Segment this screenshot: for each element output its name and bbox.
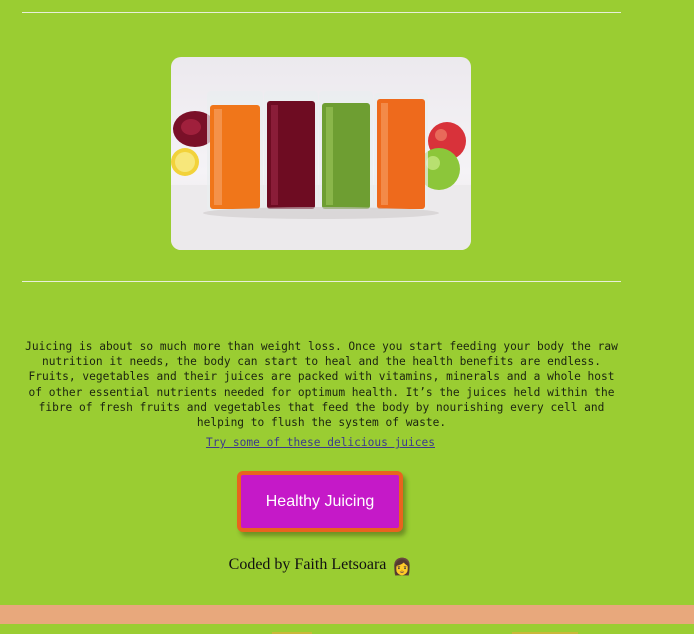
juices-link[interactable]: Try some of these delicious juices: [206, 436, 435, 449]
juice-glasses-image: [171, 57, 471, 250]
top-divider: [22, 12, 621, 13]
footer-credit: Coded by Faith Letsoara 👩: [0, 555, 641, 578]
page: Juicing is about so much more than weigh…: [0, 0, 694, 634]
juice-illustration: [171, 91, 471, 250]
footer-strip: [0, 624, 694, 634]
footer-band: [0, 605, 694, 624]
woman-emoji-icon: 👩: [392, 559, 413, 576]
healthy-juicing-button[interactable]: Healthy Juicing: [237, 471, 403, 532]
middle-divider: [22, 281, 621, 282]
credit-text: Coded by Faith Letsoara: [228, 556, 387, 573]
juices-link-row: Try some of these delicious juices: [0, 436, 641, 450]
intro-paragraph: Juicing is about so much more than weigh…: [25, 340, 618, 430]
